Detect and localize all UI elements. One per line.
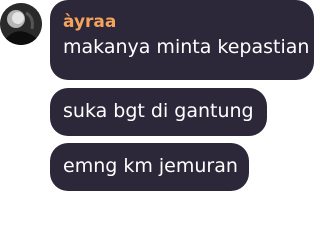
message-text: emng km jemuran [63,155,238,177]
sender-name[interactable]: àyraa [63,11,302,33]
user-avatar[interactable] [0,3,42,45]
message-text: suka bgt di gantung [63,100,254,122]
message-text: makanya minta kepastian [63,36,310,58]
message-bubble-3[interactable]: emng km jemuran [50,143,249,191]
avatar-photo-icon [0,3,42,45]
message-bubble-1[interactable]: àyraa makanya minta kepastian [50,0,314,80]
message-bubble-2[interactable]: suka bgt di gantung [50,88,267,136]
